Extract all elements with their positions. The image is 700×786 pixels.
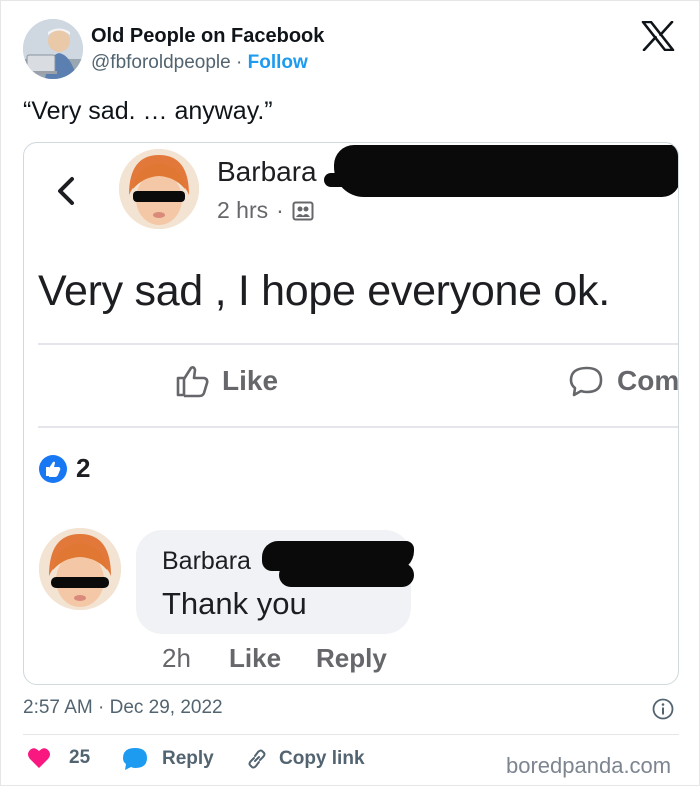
comment-text: Thank you — [162, 586, 307, 621]
embedded-post-image[interactable]: Barbara 2 hrs · Very sad , I hope everyo… — [23, 142, 679, 685]
follow-button[interactable]: Follow — [248, 52, 308, 73]
meta-separator: · — [276, 197, 284, 223]
audience-friends-icon — [292, 201, 314, 220]
like-count: 25 — [69, 747, 91, 768]
comment-like-action[interactable]: Like — [229, 643, 281, 674]
profile-avatar[interactable] — [23, 19, 83, 79]
post-meta: 2 hrs · — [217, 197, 314, 224]
author-name[interactable]: Old People on Facebook — [91, 25, 324, 48]
x-logo-icon[interactable] — [641, 21, 675, 51]
copy-link-button[interactable]: Copy link — [245, 747, 365, 771]
post-text: Very sad , I hope everyone ok. — [38, 267, 610, 315]
commenter-avatar — [39, 528, 121, 610]
post-divider-top — [38, 343, 678, 345]
link-icon — [248, 749, 266, 769]
tweet-card: Old People on Facebook @fbforoldpeople ·… — [0, 0, 700, 786]
name-redaction — [334, 145, 678, 197]
comment-author: Barbara — [162, 547, 251, 575]
author-handle-row: @fbforoldpeople · Follow — [91, 52, 308, 74]
info-icon[interactable] — [652, 698, 674, 720]
handle-separator: · — [236, 52, 243, 73]
comment-bubble-icon — [569, 366, 603, 397]
post-like-label: Like — [222, 365, 279, 396]
reply-bubble-icon — [123, 748, 147, 770]
comment-reply-action[interactable]: Reply — [316, 643, 387, 674]
comment-name-redaction-2 — [279, 563, 414, 587]
like-reaction-icon — [39, 454, 67, 483]
post-comment-action[interactable]: Com — [569, 363, 679, 399]
reply-button[interactable]: Reply — [122, 747, 214, 771]
poster-name: Barbara — [217, 156, 317, 187]
tweet-text: “Very sad. … anyway.” — [23, 97, 273, 125]
copy-link-label: Copy link — [279, 748, 365, 769]
reaction-count: 2 — [76, 453, 91, 483]
commenter-redaction-bar — [51, 577, 109, 588]
back-arrow-icon — [58, 177, 74, 205]
like-thumb-icon — [176, 366, 209, 398]
reaction-summary[interactable]: 2 — [38, 453, 90, 484]
post-like-action[interactable]: Like — [174, 363, 278, 399]
footer-divider — [23, 734, 679, 735]
post-comment-label: Com — [617, 365, 679, 396]
post-time: 2 hrs — [217, 197, 269, 223]
author-handle[interactable]: @fbforoldpeople — [91, 52, 231, 73]
poster-avatar — [119, 149, 199, 229]
post-divider-bottom — [38, 426, 678, 428]
comment-time: 2h — [162, 643, 191, 673]
reply-label: Reply — [162, 748, 214, 769]
heart-icon — [28, 748, 50, 768]
face-redaction-bar — [133, 191, 185, 202]
tweet-timestamp[interactable]: 2:57 AM · Dec 29, 2022 — [23, 697, 223, 719]
site-watermark: boredpanda.com — [506, 753, 672, 778]
name-redaction-stroke — [324, 173, 434, 187]
like-button[interactable]: 25 — [27, 747, 90, 769]
